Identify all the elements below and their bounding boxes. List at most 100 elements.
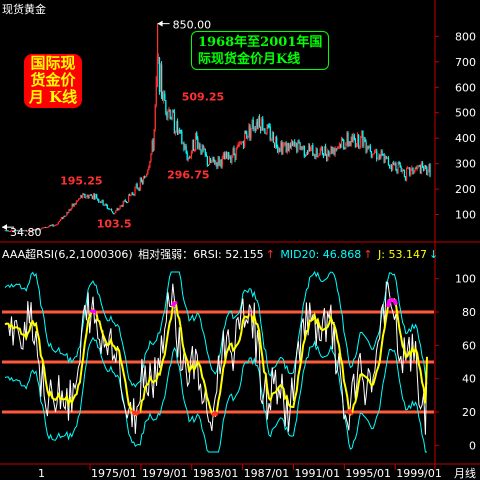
price-candle-body	[120, 205, 122, 207]
oversold-highlight	[136, 410, 140, 415]
rsi-tick-label: 60	[462, 339, 476, 352]
price-candle-body	[118, 208, 120, 210]
price-candle-body	[46, 227, 48, 229]
price-candle-body	[320, 146, 323, 150]
price-candle-body	[71, 203, 73, 209]
price-candle-body	[324, 146, 326, 157]
price-annotation-label: 103.5	[97, 218, 132, 231]
price-candle-body	[410, 169, 412, 175]
price-candle-body	[390, 166, 392, 168]
indicator-name: AAA超RSI(6,2,1000306)	[2, 248, 133, 261]
time-tick-label: 1999/01	[396, 467, 442, 480]
price-candle-body	[342, 139, 344, 141]
price-candle-body	[52, 224, 54, 227]
price-candle-body	[244, 130, 246, 147]
price-candle-body	[423, 167, 425, 171]
indicator-header: AAA超RSI(6,2,1000306) 相对强弱：6RSI: 52.155 ↑ …	[2, 246, 440, 262]
rsi-plot	[2, 270, 434, 453]
price-candle-body	[427, 171, 429, 175]
price-candle-body	[236, 146, 238, 148]
price-candle-body	[196, 132, 198, 139]
price-candle-body	[379, 154, 381, 159]
price-candle-body	[368, 146, 370, 149]
time-tick-label: 1983/01	[193, 467, 239, 480]
oversold-highlight	[133, 411, 139, 417]
price-candle-body	[428, 164, 430, 172]
price-candle-body	[144, 177, 146, 179]
price-candle-body	[85, 196, 87, 198]
price-candle-body	[357, 134, 359, 144]
price-candle-body	[133, 194, 135, 196]
price-candle-body	[151, 140, 153, 154]
price-candle-body	[377, 158, 379, 160]
price-candle-body	[195, 132, 197, 151]
price-candle-body	[239, 143, 242, 145]
price-candle-body	[152, 140, 154, 151]
price-candle-body	[328, 151, 330, 156]
red-box-line-3: 月 K线	[28, 88, 78, 106]
price-candle-body	[187, 157, 189, 160]
price-candle-body	[306, 152, 309, 154]
price-candle-body	[53, 225, 55, 227]
price-candle-body	[154, 104, 156, 130]
price-candle-body	[411, 167, 413, 170]
price-candle-body	[170, 118, 172, 120]
price-candle-body	[417, 165, 419, 167]
price-candle-body	[326, 154, 328, 161]
time-tick-label: 1975/01	[91, 467, 137, 480]
price-candle-body	[82, 193, 84, 198]
price-candle-body	[229, 156, 231, 159]
red-box-line-2: 货金价	[30, 71, 76, 89]
price-candle-body	[279, 148, 281, 151]
price-candle-body	[358, 134, 360, 148]
price-candle-body	[80, 195, 82, 199]
price-candle-body	[213, 156, 215, 162]
price-candle-body	[367, 146, 369, 149]
price-candle-body	[97, 198, 99, 200]
price-candle-body	[362, 130, 364, 146]
price-candle-body	[303, 145, 305, 156]
price-candle-body	[202, 145, 204, 150]
price-candle-body	[345, 143, 347, 149]
price-candle-body	[132, 193, 134, 195]
time-tick-label: 1995/01	[345, 467, 391, 480]
price-candle-body	[381, 150, 383, 155]
price-candle-body	[189, 156, 192, 158]
price-candle-body	[245, 130, 247, 134]
price-candle-body	[99, 201, 101, 203]
price-candle-body	[98, 199, 100, 203]
price-candle-body	[355, 143, 358, 147]
price-candle-body	[329, 153, 331, 156]
price-candle-body	[138, 187, 140, 191]
price-candle-body	[102, 199, 104, 205]
mid20-line	[4, 298, 428, 418]
price-candle-body	[41, 227, 43, 229]
price-candle-body	[347, 132, 349, 146]
price-candle-body	[79, 198, 81, 200]
price-candle-body	[87, 195, 89, 199]
price-candle-body	[301, 146, 303, 149]
green-title-box: 1968年至2001年国 际现货金价月K线	[191, 31, 329, 70]
rsi-upper-band-line	[4, 270, 428, 388]
price-candle-body	[43, 226, 46, 228]
oversold-highlight	[213, 411, 219, 417]
rsi-value-label: 相对强弱：6RSI: 52.155	[138, 248, 264, 261]
price-candle-body	[276, 137, 278, 146]
price-candle-body	[331, 146, 333, 154]
price-candle-body	[269, 126, 271, 140]
rsi-axis: 0 20 40 60 80 100	[435, 273, 476, 452]
price-candle-body	[92, 194, 95, 199]
price-candle-body	[309, 145, 311, 152]
price-candle-body	[241, 142, 244, 144]
price-candle-body	[231, 156, 233, 163]
price-candle-body	[70, 208, 72, 211]
price-annotation-label: 195.25	[60, 174, 102, 187]
price-candle-body	[399, 163, 401, 168]
price-candle-body	[212, 156, 214, 162]
price-candle-body	[200, 149, 202, 155]
price-candle-body	[252, 119, 254, 129]
price-candle-body	[302, 145, 304, 149]
price-candle-body	[235, 147, 237, 160]
price-candle-body	[161, 64, 163, 95]
price-candle-body	[385, 156, 387, 159]
